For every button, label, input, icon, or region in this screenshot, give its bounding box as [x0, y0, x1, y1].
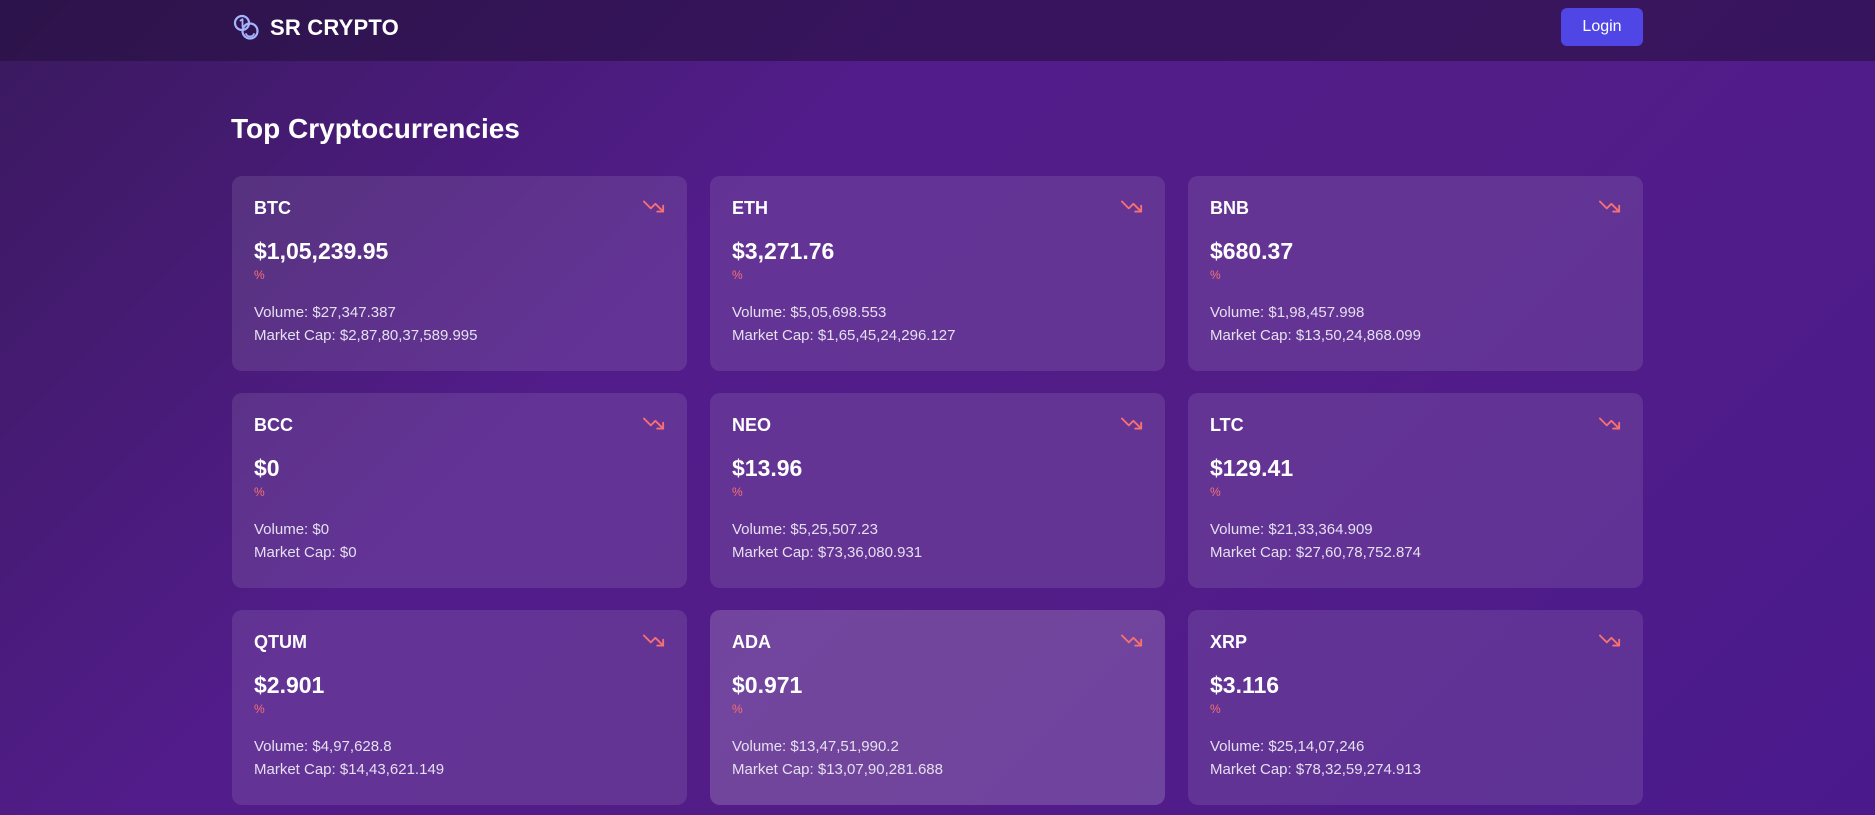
crypto-price: $129.41: [1210, 455, 1294, 481]
price-change: %: [732, 268, 743, 282]
crypto-price: $2.901: [254, 672, 325, 698]
crypto-volume: Volume: $5,25,507.23: [732, 521, 878, 538]
trending-down-icon: [643, 634, 665, 647]
crypto-volume: Volume: $5,05,698.553: [732, 304, 887, 321]
crypto-price: $0.971: [732, 672, 803, 698]
crypto-volume: Volume: $13,47,51,990.2: [732, 738, 899, 755]
crypto-price: $680.37: [1210, 238, 1294, 264]
trending-down-icon: [643, 200, 665, 213]
crypto-symbol: ADA: [732, 632, 771, 652]
crypto-card[interactable]: BTC $1,05,239.95 % Volume: $27,347.387 M…: [232, 176, 687, 371]
trending-down-icon: [1599, 417, 1621, 430]
crypto-volume: Volume: $27,347.387: [254, 304, 396, 321]
crypto-market-cap: Market Cap: $2,87,80,37,589.995: [254, 327, 478, 344]
crypto-market-cap: Market Cap: $78,32,59,274.913: [1210, 761, 1421, 778]
crypto-card[interactable]: NEO $13.96 % Volume: $5,25,507.23 Market…: [710, 393, 1165, 588]
trending-down-icon: [1599, 200, 1621, 213]
crypto-price: $3.116: [1210, 672, 1280, 698]
trending-down-icon: [1599, 634, 1621, 647]
crypto-market-cap: Market Cap: $0: [254, 544, 357, 561]
crypto-symbol: LTC: [1210, 415, 1244, 435]
trending-down-icon: [643, 417, 665, 430]
crypto-market-cap: Market Cap: $14,43,621.149: [254, 761, 445, 778]
crypto-card[interactable]: ADA $0.971 % Volume: $13,47,51,990.2 Mar…: [710, 610, 1165, 805]
crypto-market-cap: Market Cap: $13,50,24,868.099: [1210, 327, 1421, 344]
price-change: %: [1210, 485, 1221, 499]
crypto-market-cap: Market Cap: $27,60,78,752.874: [1210, 544, 1421, 561]
top-navbar: SR CRYPTO Login: [0, 0, 1875, 61]
crypto-card[interactable]: QTUM $2.901 % Volume: $4,97,628.8 Market…: [232, 610, 687, 805]
trending-down-icon: [1121, 417, 1143, 430]
crypto-symbol: BTC: [254, 198, 291, 218]
page-title: Top Cryptocurrencies: [231, 113, 520, 144]
crypto-symbol: BNB: [1210, 198, 1249, 218]
price-change: %: [732, 702, 743, 716]
crypto-volume: Volume: $0: [254, 521, 330, 538]
price-change: %: [254, 702, 265, 716]
crypto-card[interactable]: XRP $3.116 % Volume: $25,14,07,246 Marke…: [1188, 610, 1643, 805]
crypto-card-grid: BTC $1,05,239.95 % Volume: $27,347.387 M…: [232, 176, 1643, 805]
price-change: %: [1210, 268, 1221, 282]
login-button[interactable]: Login: [1561, 8, 1643, 46]
crypto-card[interactable]: BNB $680.37 % Volume: $1,98,457.998 Mark…: [1188, 176, 1643, 371]
crypto-volume: Volume: $21,33,364.909: [1210, 521, 1373, 538]
coins-icon: [233, 14, 259, 40]
trending-down-icon: [1121, 200, 1143, 213]
crypto-market-cap: Market Cap: $73,36,080.931: [732, 544, 923, 561]
brand-name: SR CRYPTO: [270, 15, 399, 40]
crypto-price: $3,271.76: [732, 238, 835, 264]
crypto-price: $0: [254, 455, 280, 481]
price-change: %: [1210, 702, 1221, 716]
price-change: %: [254, 268, 265, 282]
crypto-card[interactable]: BCC $0 % Volume: $0 Market Cap: $0: [232, 393, 687, 588]
crypto-volume: Volume: $1,98,457.998: [1210, 304, 1365, 321]
crypto-card[interactable]: ETH $3,271.76 % Volume: $5,05,698.553 Ma…: [710, 176, 1165, 371]
crypto-volume: Volume: $4,97,628.8: [254, 738, 392, 755]
crypto-symbol: ETH: [732, 198, 768, 218]
crypto-price: $1,05,239.95: [254, 238, 389, 264]
crypto-card[interactable]: LTC $129.41 % Volume: $21,33,364.909 Mar…: [1188, 393, 1643, 588]
crypto-symbol: NEO: [732, 415, 772, 435]
crypto-symbol: XRP: [1210, 632, 1248, 652]
crypto-price: $13.96: [732, 455, 803, 481]
crypto-market-cap: Market Cap: $13,07,90,281.688: [732, 761, 943, 778]
crypto-volume: Volume: $25,14,07,246: [1210, 738, 1365, 755]
brand-logo[interactable]: SR CRYPTO: [232, 13, 399, 43]
price-change: %: [732, 485, 743, 499]
trending-down-icon: [1121, 634, 1143, 647]
price-change: %: [254, 485, 265, 499]
crypto-symbol: QTUM: [254, 632, 307, 652]
crypto-market-cap: Market Cap: $1,65,45,24,296.127: [732, 327, 956, 344]
crypto-symbol: BCC: [254, 415, 293, 435]
